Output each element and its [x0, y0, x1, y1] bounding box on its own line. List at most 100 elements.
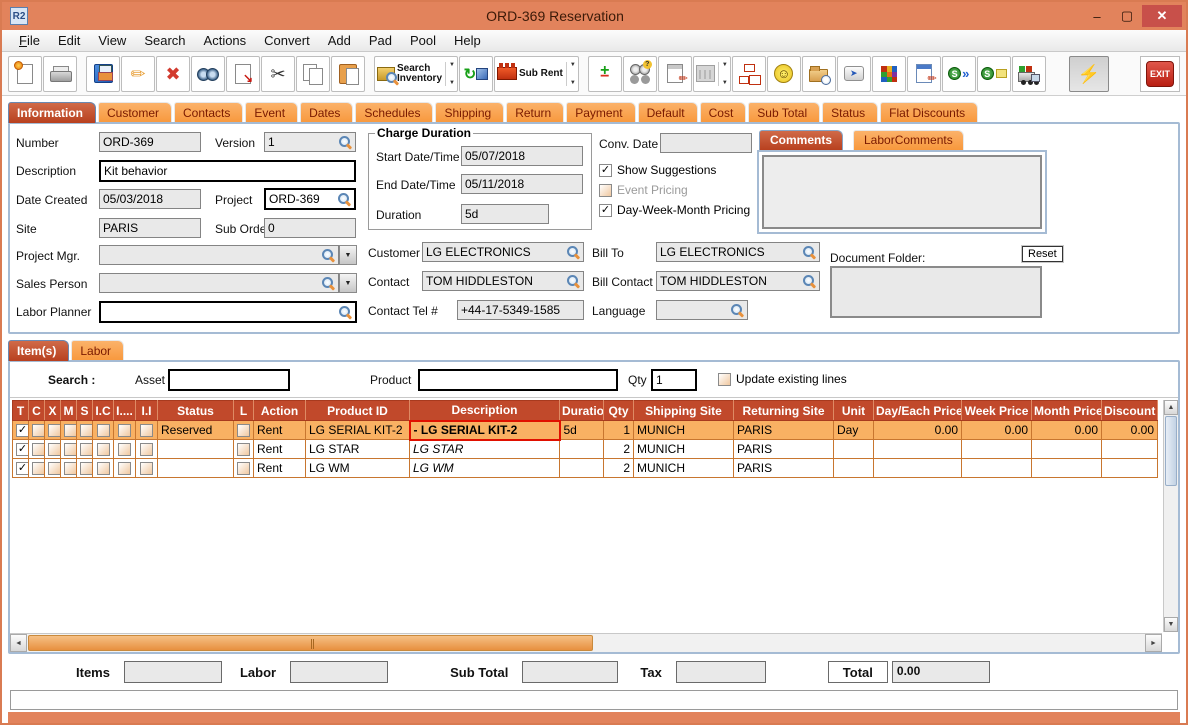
cell-shipping-site[interactable]: MUNICH: [633, 439, 734, 459]
row-checkbox[interactable]: [64, 462, 76, 476]
s-notes-button[interactable]: S: [976, 55, 1011, 92]
calendar-button[interactable]: ▼ ▼: [692, 55, 731, 92]
tab-sub-total[interactable]: Sub Total: [748, 102, 821, 123]
tab-default[interactable]: Default: [637, 102, 698, 123]
add-remove-button[interactable]: + −: [587, 55, 622, 92]
row-checkbox[interactable]: [80, 424, 92, 438]
print-button[interactable]: [43, 55, 77, 92]
tab-labor[interactable]: Labor: [71, 340, 125, 361]
cell-returning-site[interactable]: PARIS: [733, 439, 834, 459]
cell-description[interactable]: LG WM: [409, 458, 560, 478]
row-checkbox[interactable]: [237, 462, 250, 476]
edit-button[interactable]: ✏: [121, 55, 155, 92]
cell-week-price[interactable]: 0.00: [961, 420, 1032, 440]
scroll-left-icon[interactable]: ◄: [10, 634, 27, 652]
cell-duration[interactable]: [559, 439, 604, 459]
menu-view[interactable]: View: [89, 31, 135, 50]
sales-person-dropdown[interactable]: ▼: [339, 273, 357, 293]
vertical-scrollbar[interactable]: ▲ ▼: [1163, 400, 1178, 632]
folder-history-button[interactable]: [801, 55, 836, 92]
show-suggestions-checkbox[interactable]: ✓: [599, 163, 612, 177]
dwm-pricing-checkbox[interactable]: ✓: [599, 203, 612, 217]
tab-dates[interactable]: Dates: [300, 102, 354, 123]
cut-button[interactable]: ✂: [261, 55, 295, 92]
paste-button[interactable]: [331, 55, 365, 92]
cell-product-id[interactable]: LG SERIAL KIT-2: [305, 420, 410, 440]
project-mgr-dropdown[interactable]: ▼: [339, 245, 357, 265]
row-checkbox[interactable]: [140, 462, 153, 476]
quick-action-button[interactable]: ⚡: [1068, 55, 1109, 92]
project-mgr-field[interactable]: [99, 245, 339, 265]
cell-shipping-site[interactable]: MUNICH: [633, 458, 734, 478]
copy-button[interactable]: [296, 55, 330, 92]
row-checkbox[interactable]: ✓: [16, 424, 28, 438]
row-checkbox[interactable]: [32, 443, 44, 457]
calendar-dropdown[interactable]: ▼ ▼: [717, 61, 728, 86]
cell-month-price[interactable]: [1031, 458, 1102, 478]
menu-file[interactable]: File: [10, 31, 49, 50]
exit-button[interactable]: EXIT: [1140, 55, 1180, 92]
magnifier-icon[interactable]: [322, 248, 335, 262]
row-checkbox[interactable]: [80, 462, 92, 476]
sales-person-field[interactable]: [99, 273, 339, 293]
menu-pad[interactable]: Pad: [360, 31, 401, 50]
tab-cost[interactable]: Cost: [699, 102, 747, 123]
cell-day-each-price[interactable]: 0.00: [873, 420, 962, 440]
send-forward-button[interactable]: S»: [941, 55, 976, 92]
row-checkbox[interactable]: ✓: [16, 462, 28, 476]
cell-status[interactable]: Reserved: [157, 420, 234, 440]
menu-search[interactable]: Search: [135, 31, 194, 50]
cell-unit[interactable]: [833, 458, 874, 478]
tab-status[interactable]: Status: [822, 102, 879, 123]
magnifier-icon[interactable]: [567, 245, 580, 259]
org-chart-button[interactable]: [731, 55, 766, 92]
close-button[interactable]: ✕: [1142, 5, 1182, 27]
transport-button[interactable]: [1011, 55, 1046, 92]
minimize-button[interactable]: –: [1082, 5, 1112, 27]
horizontal-scroll-thumb[interactable]: [28, 635, 593, 651]
cell-unit[interactable]: Day: [833, 420, 874, 440]
blocks-button[interactable]: [871, 55, 906, 92]
row-checkbox[interactable]: [96, 424, 110, 438]
tab-information[interactable]: Information: [8, 102, 96, 123]
row-checkbox[interactable]: [64, 424, 76, 438]
row-checkbox[interactable]: [118, 424, 131, 438]
row-checkbox[interactable]: [64, 443, 76, 457]
menu-pool[interactable]: Pool: [401, 31, 445, 50]
convert-button[interactable]: ↻: [458, 55, 493, 92]
project-field[interactable]: ORD-369: [264, 188, 356, 210]
update-existing-checkbox[interactable]: [718, 372, 731, 386]
find-button[interactable]: [191, 55, 225, 92]
menu-actions[interactable]: Actions: [195, 31, 256, 50]
contact-field[interactable]: TOM HIDDLESTON: [422, 271, 584, 291]
smiley-button[interactable]: ☺: [766, 55, 801, 92]
menu-add[interactable]: Add: [319, 31, 360, 50]
row-checkbox[interactable]: ✓: [16, 443, 28, 457]
cell-day-each-price[interactable]: [873, 439, 962, 459]
grid-row-3[interactable]: ✓ Rent LG WM LG WM 2 MUNICH PARIS: [12, 458, 1158, 478]
cell-duration[interactable]: 5d: [559, 420, 604, 440]
row-checkbox[interactable]: [237, 443, 250, 457]
magnifier-icon[interactable]: [567, 274, 580, 288]
row-checkbox[interactable]: [48, 443, 60, 457]
grid-row-2[interactable]: ✓ Rent LG STAR LG STAR 2 MUNICH PARIS: [12, 439, 1158, 459]
tab-return[interactable]: Return: [506, 102, 565, 123]
product-input[interactable]: [418, 369, 618, 391]
row-checkbox[interactable]: [48, 462, 60, 476]
asset-input[interactable]: [168, 369, 290, 391]
cell-duration[interactable]: [559, 458, 604, 478]
menu-edit[interactable]: Edit: [49, 31, 89, 50]
cell-product-id[interactable]: LG WM: [305, 458, 410, 478]
copy-to-button[interactable]: ↘: [226, 55, 260, 92]
cell-qty[interactable]: 1: [603, 420, 634, 440]
horizontal-scrollbar[interactable]: ◄ ►: [10, 633, 1162, 652]
new-button[interactable]: [8, 55, 42, 92]
tab-contacts[interactable]: Contacts: [174, 102, 244, 123]
cell-month-price[interactable]: [1031, 439, 1102, 459]
cell-status[interactable]: [157, 458, 234, 478]
row-checkbox[interactable]: [96, 462, 110, 476]
scroll-right-icon[interactable]: ►: [1145, 634, 1162, 652]
cell-action[interactable]: Rent: [253, 420, 306, 440]
labor-planner-field[interactable]: [99, 301, 357, 323]
magnifier-icon[interactable]: [339, 135, 352, 149]
